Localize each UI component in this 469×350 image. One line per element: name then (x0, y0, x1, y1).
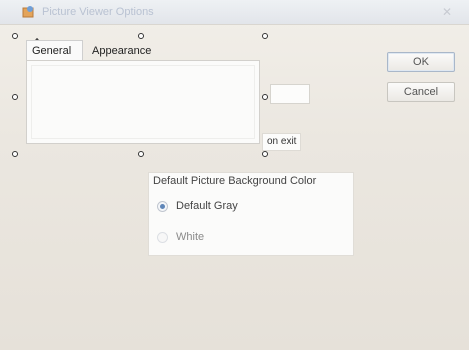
white-option[interactable]: White (157, 229, 204, 245)
resize-handle-top-right[interactable] (262, 33, 268, 39)
ok-button[interactable]: OK (387, 52, 455, 72)
default-gray-option[interactable]: Default Gray (157, 198, 238, 214)
tab-panel-general (26, 60, 260, 144)
tab-panel-content (31, 65, 255, 139)
options-dialog: Picture Viewer Options ✕ General Appeara… (0, 0, 469, 350)
app-icon (22, 6, 34, 18)
background-color-group: Default Picture Background Color Default… (148, 172, 354, 256)
radio-button-icon[interactable] (157, 231, 168, 243)
group-title: Default Picture Background Color (153, 175, 317, 187)
resize-handle-middle-right[interactable] (262, 94, 268, 100)
cancel-button[interactable]: Cancel (387, 82, 455, 102)
window-title: Picture Viewer Options (42, 6, 154, 18)
resize-handle-top-middle[interactable] (138, 33, 144, 39)
white-label: White (176, 231, 205, 243)
default-gray-label: Default Gray (176, 200, 238, 212)
resize-handle-bottom-left[interactable] (12, 151, 18, 157)
tab-appearance[interactable]: Appearance (86, 40, 162, 60)
on-exit-checkbox-label[interactable]: on exit (262, 133, 302, 151)
resize-handle-bottom-middle[interactable] (138, 151, 144, 157)
resize-handle-middle-left[interactable] (12, 94, 18, 100)
close-icon[interactable]: ✕ (439, 4, 455, 20)
tab-general[interactable]: General (26, 40, 83, 60)
numeric-field[interactable] (270, 84, 310, 104)
radio-button-icon[interactable] (157, 200, 168, 212)
title-bar[interactable]: Picture Viewer Options ✕ (0, 0, 469, 25)
resize-handle-bottom-right[interactable] (262, 151, 268, 157)
resize-handle-top-left[interactable] (12, 33, 18, 39)
